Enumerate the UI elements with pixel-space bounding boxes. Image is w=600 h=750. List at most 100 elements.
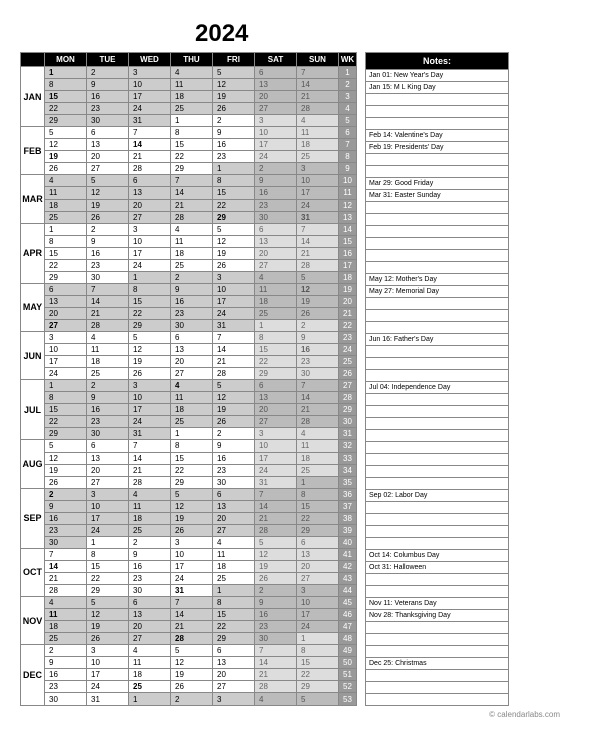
day-cell: 18 (297, 139, 339, 151)
day-cell: 26 (297, 307, 339, 319)
day-cell: 30 (87, 271, 129, 283)
day-cell: 1 (45, 380, 87, 392)
month-label: AUG (21, 440, 45, 488)
day-cell: 25 (171, 259, 213, 271)
day-cell: 14 (129, 452, 171, 464)
day-cell: 26 (171, 681, 213, 693)
day-cell: 1 (45, 67, 87, 79)
day-cell: 16 (87, 91, 129, 103)
day-cell: 2 (213, 115, 255, 127)
day-cell: 8 (45, 79, 87, 91)
day-cell: 10 (297, 597, 339, 609)
note-row: Jan 15: M L King Day (366, 82, 509, 94)
week-number: 19 (339, 283, 357, 295)
day-cell: 29 (213, 633, 255, 645)
day-cell: 14 (171, 187, 213, 199)
day-cell: 30 (129, 585, 171, 597)
note-row (366, 262, 509, 274)
calendar-container: MONTUEWEDTHUFRISATSUNWK JAN1234567189101… (20, 52, 580, 706)
week-number: 8 (339, 151, 357, 163)
day-cell: 27 (213, 524, 255, 536)
day-cell: 13 (87, 139, 129, 151)
day-cell: 1 (213, 163, 255, 175)
day-cell: 22 (45, 416, 87, 428)
day-cell: 19 (45, 151, 87, 163)
day-cell: 16 (87, 247, 129, 259)
day-cell: 31 (129, 115, 171, 127)
day-cell: 20 (129, 199, 171, 211)
note-row (366, 502, 509, 514)
week-number: 14 (339, 223, 357, 235)
day-cell: 11 (297, 127, 339, 139)
day-cell: 5 (213, 67, 255, 79)
day-cell: 29 (87, 585, 129, 597)
note-row (366, 346, 509, 358)
day-cell: 18 (87, 356, 129, 368)
day-cell: 30 (45, 536, 87, 548)
day-cell: 30 (87, 428, 129, 440)
week-number: 38 (339, 512, 357, 524)
day-cell: 5 (87, 175, 129, 187)
day-cell: 11 (171, 235, 213, 247)
week-number: 23 (339, 332, 357, 344)
day-cell: 8 (87, 548, 129, 560)
day-cell: 27 (45, 319, 87, 331)
day-cell: 18 (255, 295, 297, 307)
note-row (366, 118, 509, 130)
day-cell: 7 (297, 223, 339, 235)
day-cell: 11 (87, 344, 129, 356)
day-cell: 1 (87, 536, 129, 548)
month-label: DEC (21, 645, 45, 706)
note-row: Mar 29: Good Friday (366, 178, 509, 190)
day-cell: 11 (129, 500, 171, 512)
day-cell: 7 (87, 283, 129, 295)
day-cell: 1 (129, 271, 171, 283)
day-cell: 28 (255, 681, 297, 693)
week-number: 46 (339, 609, 357, 621)
month-label: NOV (21, 597, 45, 645)
day-cell: 29 (297, 524, 339, 536)
note-row (366, 106, 509, 118)
note-row (366, 694, 509, 706)
note-row: Feb 19: Presidents' Day (366, 142, 509, 154)
day-cell: 1 (255, 319, 297, 331)
day-cell: 6 (255, 380, 297, 392)
week-number: 28 (339, 392, 357, 404)
day-cell: 6 (171, 332, 213, 344)
day-cell: 17 (87, 512, 129, 524)
day-cell: 26 (45, 476, 87, 488)
day-cell: 29 (45, 428, 87, 440)
day-cell: 11 (45, 609, 87, 621)
day-cell: 11 (45, 187, 87, 199)
week-number: 4 (339, 103, 357, 115)
week-number: 41 (339, 548, 357, 560)
calendar-grid: MONTUEWEDTHUFRISATSUNWK JAN1234567189101… (20, 52, 357, 706)
year-title: 2024 (195, 20, 580, 48)
day-cell: 22 (45, 103, 87, 115)
day-cell: 22 (171, 151, 213, 163)
day-cell: 6 (87, 440, 129, 452)
day-cell: 26 (87, 633, 129, 645)
day-cell: 2 (171, 271, 213, 283)
day-cell: 3 (171, 536, 213, 548)
note-row (366, 586, 509, 598)
note-row (366, 214, 509, 226)
day-cell: 13 (129, 609, 171, 621)
day-cell: 24 (45, 368, 87, 380)
day-cell: 3 (213, 271, 255, 283)
day-cell: 1 (297, 633, 339, 645)
note-row (366, 94, 509, 106)
day-cell: 9 (45, 657, 87, 669)
day-cell: 7 (213, 332, 255, 344)
weekday-header: MON (45, 53, 87, 67)
day-cell: 31 (129, 428, 171, 440)
month-label: MAY (21, 283, 45, 331)
day-cell: 28 (297, 103, 339, 115)
week-number: 45 (339, 597, 357, 609)
day-cell: 6 (255, 223, 297, 235)
day-cell: 18 (129, 512, 171, 524)
day-cell: 1 (297, 476, 339, 488)
day-cell: 10 (87, 657, 129, 669)
day-cell: 5 (297, 693, 339, 706)
day-cell: 8 (297, 645, 339, 657)
